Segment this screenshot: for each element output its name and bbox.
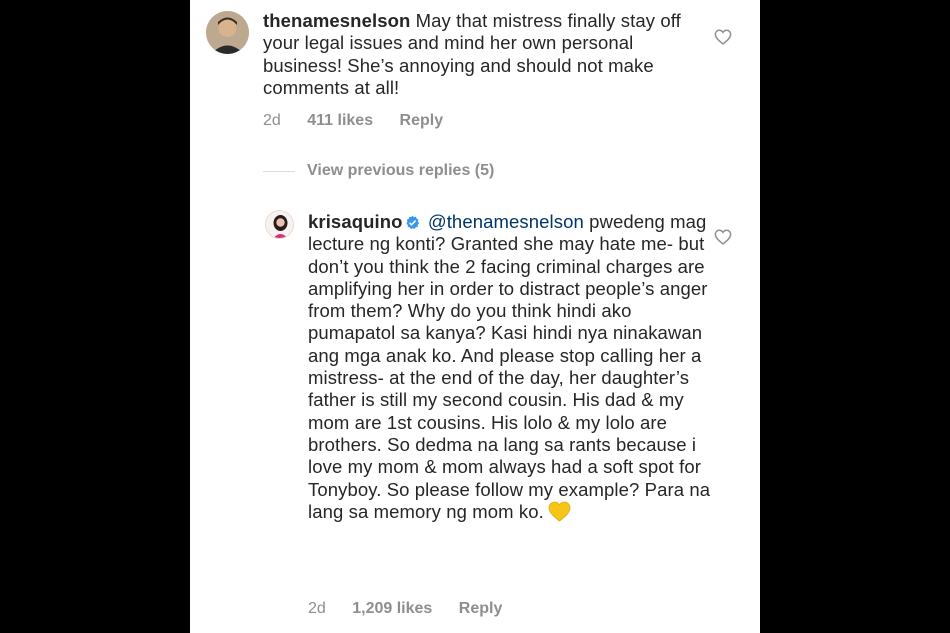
verified-badge-icon [405, 215, 419, 229]
comment-likes[interactable]: 411 likes [307, 112, 373, 129]
yellow-heart-emoji-icon [548, 501, 571, 522]
comment-time: 2d [308, 600, 326, 617]
avatar-photo [206, 11, 249, 54]
avatar[interactable] [265, 210, 294, 239]
reply-button[interactable]: Reply [400, 112, 444, 129]
comment-username[interactable]: krisaquino [308, 211, 403, 232]
like-heart-icon[interactable] [714, 29, 732, 45]
comment-body: pwedeng mag lecture ng konti? Granted sh… [308, 211, 711, 522]
comment-text: thenamesnelson May that mistress finally… [263, 10, 703, 99]
replies-divider [263, 171, 295, 172]
comment-likes[interactable]: 1,209 likes [352, 600, 432, 617]
reply-button[interactable]: Reply [459, 600, 503, 617]
view-previous-replies-button[interactable]: View previous replies (5) [307, 162, 494, 180]
comment-mention-link[interactable]: @thenamesnelson [428, 211, 584, 232]
comment-time: 2d [263, 112, 281, 129]
comment-meta: 2d 411 likes Reply [263, 112, 465, 130]
avatar[interactable] [206, 11, 249, 54]
comments-panel: thenamesnelson May that mistress finally… [190, 0, 760, 633]
comment-text: krisaquino @thenamesnelson pwedeng mag l… [308, 211, 718, 523]
comment-meta: 2d 1,209 likes Reply [308, 600, 524, 618]
like-heart-icon[interactable] [714, 229, 732, 245]
avatar-photo [266, 211, 293, 238]
comment-username[interactable]: thenamesnelson [263, 10, 410, 31]
